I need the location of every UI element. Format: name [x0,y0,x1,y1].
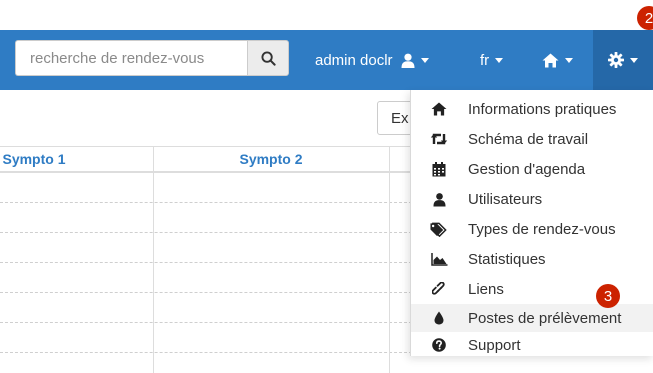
search-icon [260,50,276,66]
annotation-badge-2: 2 [637,6,653,30]
menu-item-types-de-rendez-vous[interactable]: Types de rendez-vous [411,215,653,243]
question-circle-icon [430,336,448,354]
menu-item-support[interactable]: Support [411,331,653,359]
top-navbar: admin doclr fr [0,30,653,90]
annotation-badge-3: 3 [596,284,620,308]
area-chart-icon [430,250,448,268]
search-button[interactable] [247,40,289,76]
column-header-sympto-1[interactable]: Sympto 1 [0,147,78,171]
search-input[interactable] [15,40,247,76]
chevron-down-icon [420,57,429,63]
menu-item-label: Schéma de travail [468,130,589,148]
tags-icon [430,220,448,238]
export-label: Ex [391,109,409,127]
user-menu-toggle[interactable]: admin doclr [315,30,429,90]
drop-icon [430,309,448,327]
language-menu-toggle[interactable]: fr [480,30,504,90]
chevron-down-icon [565,57,573,63]
menu-item-label: Postes de prélèvement [468,309,622,327]
menu-item-statistiques[interactable]: Statistiques [411,245,653,273]
menu-item-postes-de-prelevement[interactable]: Postes de prélèvement [411,304,653,332]
settings-dropdown-menu: Informations pratiques Schéma de travail [410,90,653,356]
table-row[interactable] [0,173,412,203]
menu-item-label: Statistiques [468,250,546,268]
settings-menu-toggle[interactable] [593,30,653,90]
table-header-row: Sympto 1 Sympto 2 [0,146,412,173]
menu-item-label: Gestion d'agenda [468,160,586,178]
menu-item-label: Informations pratiques [468,100,617,118]
home-icon [430,100,448,118]
chevron-down-icon [495,57,504,63]
home-menu-toggle[interactable] [542,30,573,90]
menu-item-schema-de-travail[interactable]: Schéma de travail [411,125,653,153]
retweet-icon [430,130,448,148]
column-header-sympto-2[interactable]: Sympto 2 [153,147,389,171]
language-label: fr [480,51,490,69]
user-icon [430,190,448,208]
table-row[interactable] [0,233,412,263]
menu-item-label: Liens [468,280,504,298]
calendar-icon [430,160,448,178]
menu-item-label: Utilisateurs [468,190,543,208]
column-divider [153,146,154,373]
table-row[interactable] [0,293,412,323]
chevron-down-icon [630,57,638,63]
table-row[interactable] [0,323,412,353]
home-icon [542,53,559,67]
menu-item-label: Types de rendez-vous [468,220,616,238]
menu-item-label: Support [468,336,521,354]
menu-item-gestion-dagenda[interactable]: Gestion d'agenda [411,155,653,183]
appointments-table: Sympto 1 Sympto 2 [0,146,412,373]
table-row[interactable] [0,203,412,233]
table-row[interactable] [0,263,412,293]
user-icon [401,53,415,68]
menu-item-utilisateurs[interactable]: Utilisateurs [411,185,653,213]
link-icon [430,280,448,298]
gear-icon [608,52,624,68]
column-divider [389,146,390,373]
user-name-label: admin doclr [315,51,393,69]
menu-item-informations-pratiques[interactable]: Informations pratiques [411,95,653,123]
